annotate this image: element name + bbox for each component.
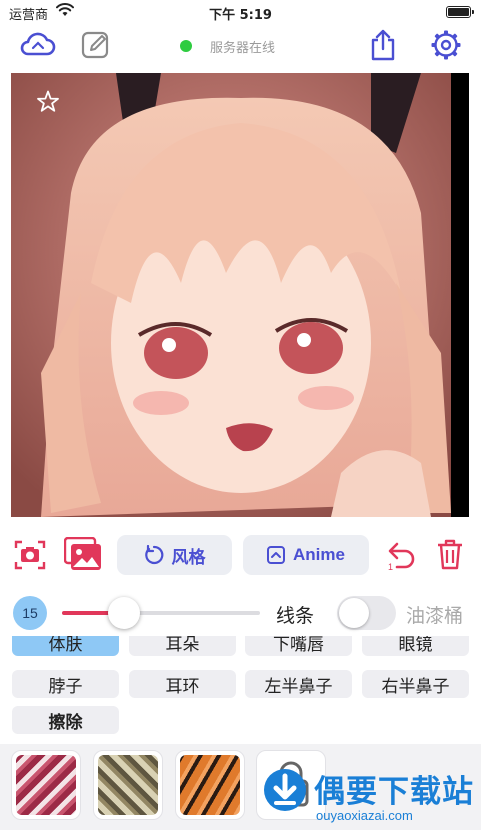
- anime-button[interactable]: Anime: [243, 535, 369, 575]
- region-button-ears[interactable]: 耳朵: [129, 636, 236, 656]
- trash-icon[interactable]: [436, 538, 464, 570]
- rotate-icon: [144, 545, 163, 565]
- battery-icon: [446, 6, 474, 18]
- watermark-logo-icon: [264, 769, 306, 811]
- region-selector: 体肤 耳朵 下嘴唇 眼镜 脖子 耳环 左半鼻子 右半鼻子 擦除: [0, 636, 481, 742]
- brush-size-slider-thumb[interactable]: [108, 597, 140, 629]
- undo-icon[interactable]: 1: [383, 539, 417, 573]
- server-status-dot: [180, 40, 192, 52]
- region-button-neck[interactable]: 脖子: [12, 670, 119, 698]
- style-button[interactable]: 风格: [117, 535, 232, 575]
- server-status-text: 服务器在线: [210, 40, 276, 56]
- action-row: 风格 Anime 1: [0, 533, 481, 577]
- status-bar: 运营商 下午 5:19: [0, 0, 481, 24]
- paint-bucket-toggle[interactable]: [337, 596, 396, 630]
- region-button-glasses[interactable]: 眼镜: [362, 636, 469, 656]
- region-button-right-nose[interactable]: 右半鼻子: [362, 670, 469, 698]
- line-mode-label: 线条: [276, 605, 315, 627]
- style-button-label: 风格: [171, 547, 206, 567]
- gear-icon[interactable]: [431, 30, 461, 60]
- region-button-left-nose[interactable]: 左半鼻子: [245, 670, 352, 698]
- texture-olive-leaf[interactable]: [93, 750, 163, 820]
- undo-count: 1: [388, 562, 393, 572]
- clock: 下午 5:19: [209, 8, 272, 23]
- top-toolbar: 服务器在线: [0, 26, 481, 66]
- region-button-lower-lip[interactable]: 下嘴唇: [245, 636, 352, 656]
- brush-size-badge: 15: [13, 596, 47, 630]
- photo-library-icon[interactable]: [64, 537, 102, 571]
- cloud-sync-icon[interactable]: [18, 30, 56, 60]
- image-frame-icon: [267, 546, 286, 564]
- server-status: 服务器在线: [180, 38, 276, 56]
- brush-controls: 15 线条 油漆桶: [0, 594, 481, 632]
- watermark-title: 偶要下载站: [314, 774, 474, 810]
- edit-icon[interactable]: [81, 30, 111, 60]
- texture-orange-tiger[interactable]: [175, 750, 245, 820]
- portrait-image[interactable]: [11, 73, 469, 517]
- texture-red-swirl[interactable]: [11, 750, 81, 820]
- region-button-earrings[interactable]: 耳环: [129, 670, 236, 698]
- erase-button[interactable]: 擦除: [12, 706, 119, 734]
- brush-size-track[interactable]: [124, 611, 260, 615]
- site-watermark: 偶要下载站 ouyaoxiazai.com: [258, 762, 481, 830]
- share-icon[interactable]: [369, 28, 397, 62]
- camera-icon[interactable]: [14, 539, 46, 571]
- region-button-skin[interactable]: 体肤: [12, 636, 119, 656]
- paint-bucket-label: 油漆桶: [406, 605, 464, 627]
- toggle-knob: [339, 598, 369, 628]
- anime-button-label: Anime: [293, 545, 345, 564]
- watermark-url: ouyaoxiazai.com: [316, 808, 413, 823]
- star-outline-icon[interactable]: [36, 90, 60, 114]
